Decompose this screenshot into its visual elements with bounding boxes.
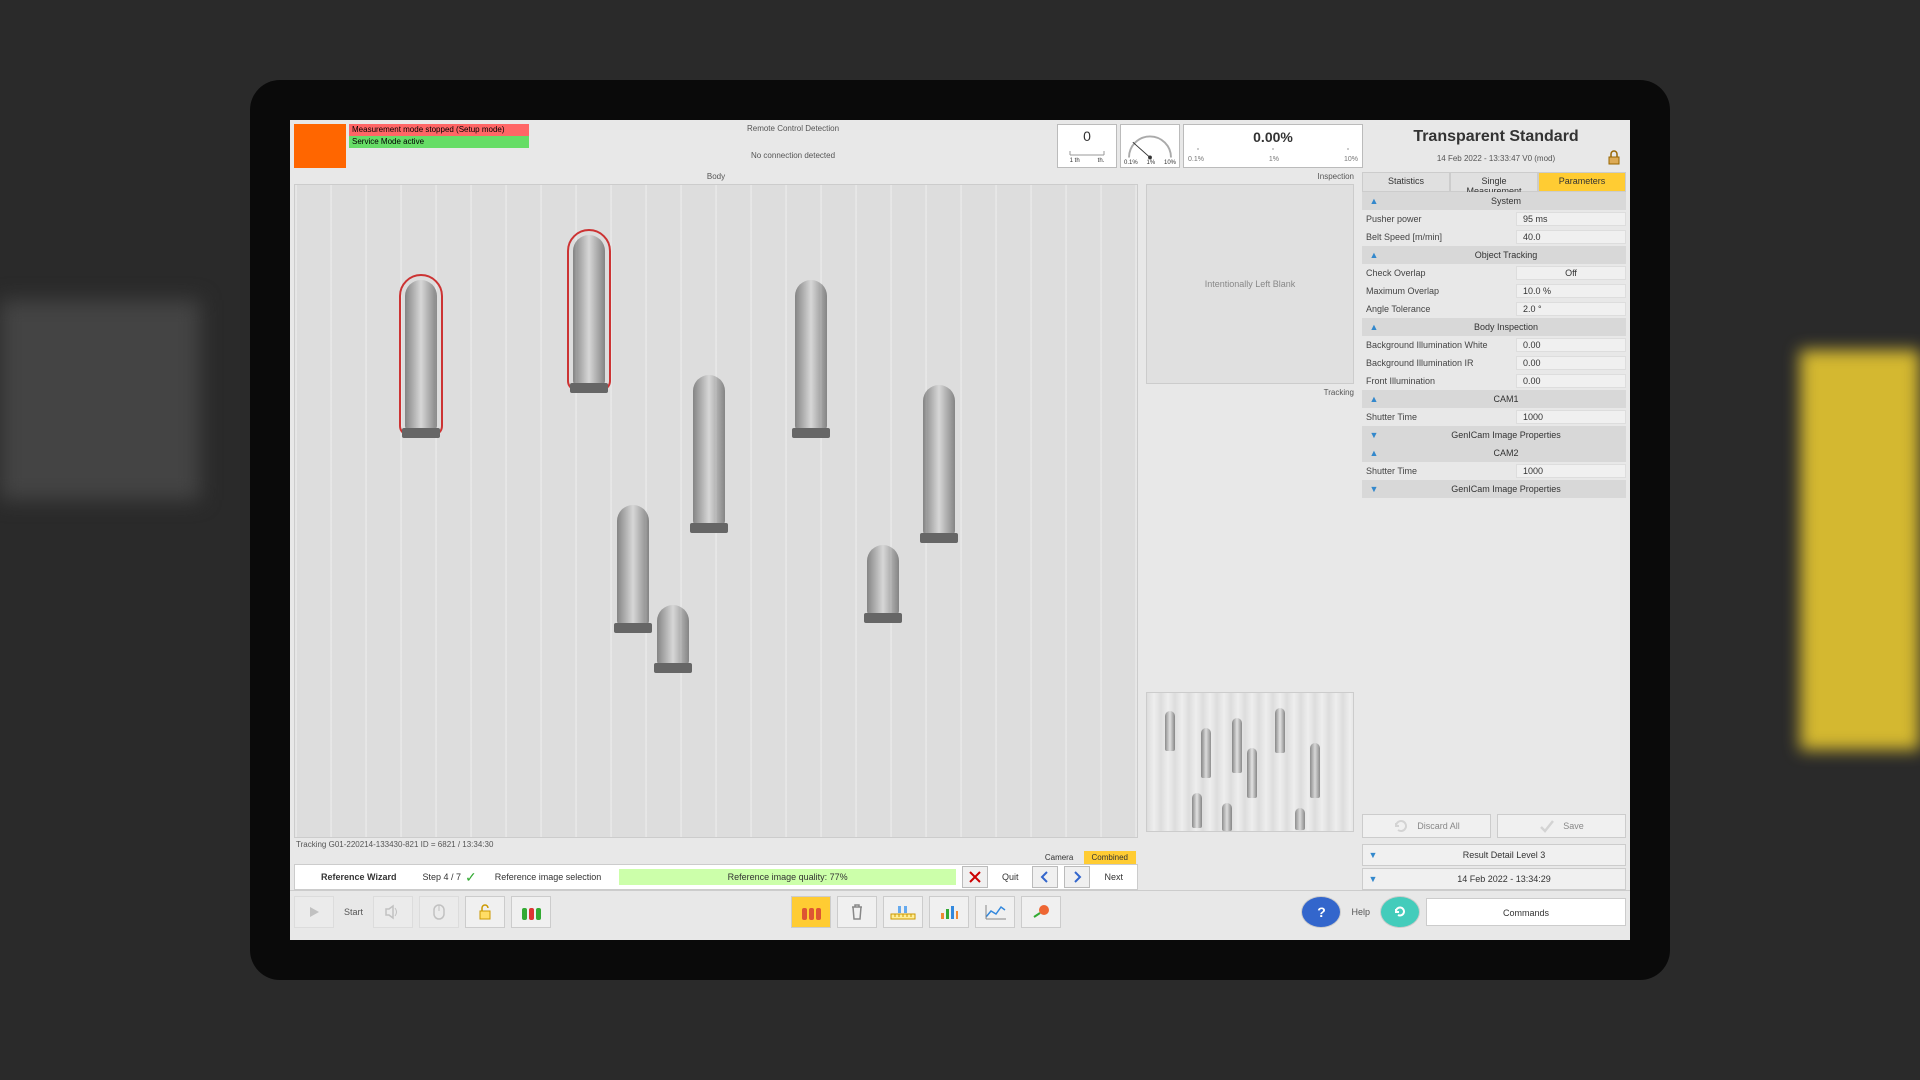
param-label: Pusher power	[1366, 214, 1516, 224]
chevron-up-icon: ▲	[1362, 448, 1386, 458]
tracking-thumbnail[interactable]	[1146, 692, 1354, 832]
help-button[interactable]: ?	[1301, 896, 1341, 928]
quit-label: Quit	[994, 872, 1027, 882]
param-value[interactable]: 2.0 °	[1516, 302, 1626, 316]
tab-combined[interactable]: Combined	[1084, 851, 1136, 864]
section-genicam1[interactable]: ▼GenICam Image Properties	[1362, 426, 1626, 444]
parameters-panel: ▲System Pusher power95 ms Belt Speed [m/…	[1362, 192, 1626, 810]
recipe-title-area: Transparent Standard 14 Feb 2022 - 13:33…	[1366, 124, 1626, 167]
bar-chart-button[interactable]	[929, 896, 969, 928]
next-button[interactable]	[1064, 866, 1090, 888]
connection-status: No connection detected	[532, 151, 1054, 160]
unlock-button[interactable]	[465, 896, 505, 928]
discard-all-button[interactable]: Discard All	[1362, 814, 1491, 838]
top-status-bar: Measurement mode stopped (Setup mode) Se…	[290, 120, 1630, 172]
param-value[interactable]: 1000	[1516, 464, 1626, 478]
param-value[interactable]: 0.00	[1516, 338, 1626, 352]
play-button[interactable]	[294, 896, 334, 928]
param-label: Shutter Time	[1366, 412, 1516, 422]
save-button[interactable]: Save	[1497, 814, 1626, 838]
section-system[interactable]: ▲System	[1362, 192, 1626, 210]
param-label: Belt Speed [m/min]	[1366, 232, 1516, 242]
remote-control-title: Remote Control Detection	[532, 124, 1054, 133]
inspection-label: Inspection	[1146, 172, 1354, 184]
param-label: Check Overlap	[1366, 268, 1516, 278]
detail-timestamp-selector[interactable]: ▼14 Feb 2022 - 13:34:29	[1362, 868, 1626, 890]
wizard-description: Reference image selection	[483, 872, 614, 882]
recipe-name: Transparent Standard	[1370, 128, 1622, 146]
commands-button[interactable]: Commands	[1426, 898, 1626, 926]
bottles-yellow-button[interactable]	[791, 896, 831, 928]
status-indicator	[294, 124, 346, 168]
param-label: Front Illumination	[1366, 376, 1516, 386]
param-value[interactable]: 10.0 %	[1516, 284, 1626, 298]
param-toggle[interactable]: Off	[1516, 266, 1626, 280]
chevron-up-icon: ▲	[1362, 250, 1386, 260]
chevron-up-icon: ▲	[1362, 394, 1386, 404]
gauge-widget: 0.1%1%10%	[1120, 124, 1180, 168]
bottles-button[interactable]	[511, 896, 551, 928]
percent-widget: 0.00% 0.1%1%10%	[1183, 124, 1363, 168]
check-icon: ✓	[465, 869, 477, 886]
chevron-up-icon: ▲	[1362, 196, 1386, 206]
main-image-viewer[interactable]	[294, 184, 1138, 838]
tab-statistics[interactable]: Statistics	[1362, 172, 1450, 192]
tab-camera[interactable]: Camera	[1037, 851, 1081, 864]
lock-icon[interactable]	[1606, 150, 1622, 166]
param-label: Background Illumination White	[1366, 340, 1516, 350]
wizard-step: Step 4 / 7	[422, 872, 461, 882]
mouse-button[interactable]	[419, 896, 459, 928]
next-label: Next	[1096, 872, 1131, 882]
bottom-toolbar: Start ? Help Commands	[290, 890, 1630, 932]
chevron-down-icon: ▼	[1362, 430, 1386, 440]
wizard-title: Reference Wizard	[301, 872, 416, 882]
tab-single-measurement[interactable]: Single Measurement	[1450, 172, 1538, 192]
param-label: Maximum Overlap	[1366, 286, 1516, 296]
detail-level-selector[interactable]: ▼Result Detail Level 3	[1362, 844, 1626, 866]
refresh-button[interactable]	[1380, 896, 1420, 928]
param-value[interactable]: 1000	[1516, 410, 1626, 424]
status-warning: Measurement mode stopped (Setup mode)	[349, 124, 529, 136]
chevron-up-icon: ▲	[1362, 322, 1386, 332]
param-value[interactable]: 40.0	[1516, 230, 1626, 244]
param-label: Angle Tolerance	[1366, 304, 1516, 314]
status-service: Service Mode active	[349, 136, 529, 148]
start-label: Start	[340, 907, 367, 917]
tracking-label: Tracking	[1146, 388, 1354, 397]
section-cam1[interactable]: ▲CAM1	[1362, 390, 1626, 408]
counter-widget: 0 1 thth.	[1057, 124, 1117, 168]
tracking-info: Tracking G01-220214-133430-821 ID = 6821…	[294, 838, 1138, 851]
wizard-bar: Reference Wizard Step 4 / 7 ✓ Reference …	[294, 864, 1138, 890]
section-body-inspection[interactable]: ▲Body Inspection	[1362, 318, 1626, 336]
tab-parameters[interactable]: Parameters	[1538, 172, 1626, 192]
wizard-quality: Reference image quality: 77%	[619, 869, 956, 885]
ruler-button[interactable]	[883, 896, 923, 928]
section-genicam2[interactable]: ▼GenICam Image Properties	[1362, 480, 1626, 498]
recipe-timestamp: 14 Feb 2022 - 13:33:47 V0 (mod)	[1370, 154, 1622, 163]
target-button[interactable]	[1021, 896, 1061, 928]
param-label: Background Illumination IR	[1366, 358, 1516, 368]
param-value[interactable]: 0.00	[1516, 356, 1626, 370]
inspection-placeholder: Intentionally Left Blank	[1146, 184, 1354, 384]
section-cam2[interactable]: ▲CAM2	[1362, 444, 1626, 462]
prev-button[interactable]	[1032, 866, 1058, 888]
chevron-down-icon: ▼	[1362, 484, 1386, 494]
line-chart-button[interactable]	[975, 896, 1015, 928]
param-label: Shutter Time	[1366, 466, 1516, 476]
chevron-down-icon: ▼	[1363, 850, 1383, 860]
body-label: Body	[294, 172, 1138, 184]
section-object-tracking[interactable]: ▲Object Tracking	[1362, 246, 1626, 264]
param-value[interactable]: 95 ms	[1516, 212, 1626, 226]
help-label: Help	[1347, 907, 1374, 917]
trash-button[interactable]	[837, 896, 877, 928]
param-value[interactable]: 0.00	[1516, 374, 1626, 388]
speaker-button[interactable]	[373, 896, 413, 928]
quit-button[interactable]	[962, 866, 988, 888]
chevron-down-icon: ▼	[1363, 874, 1383, 884]
